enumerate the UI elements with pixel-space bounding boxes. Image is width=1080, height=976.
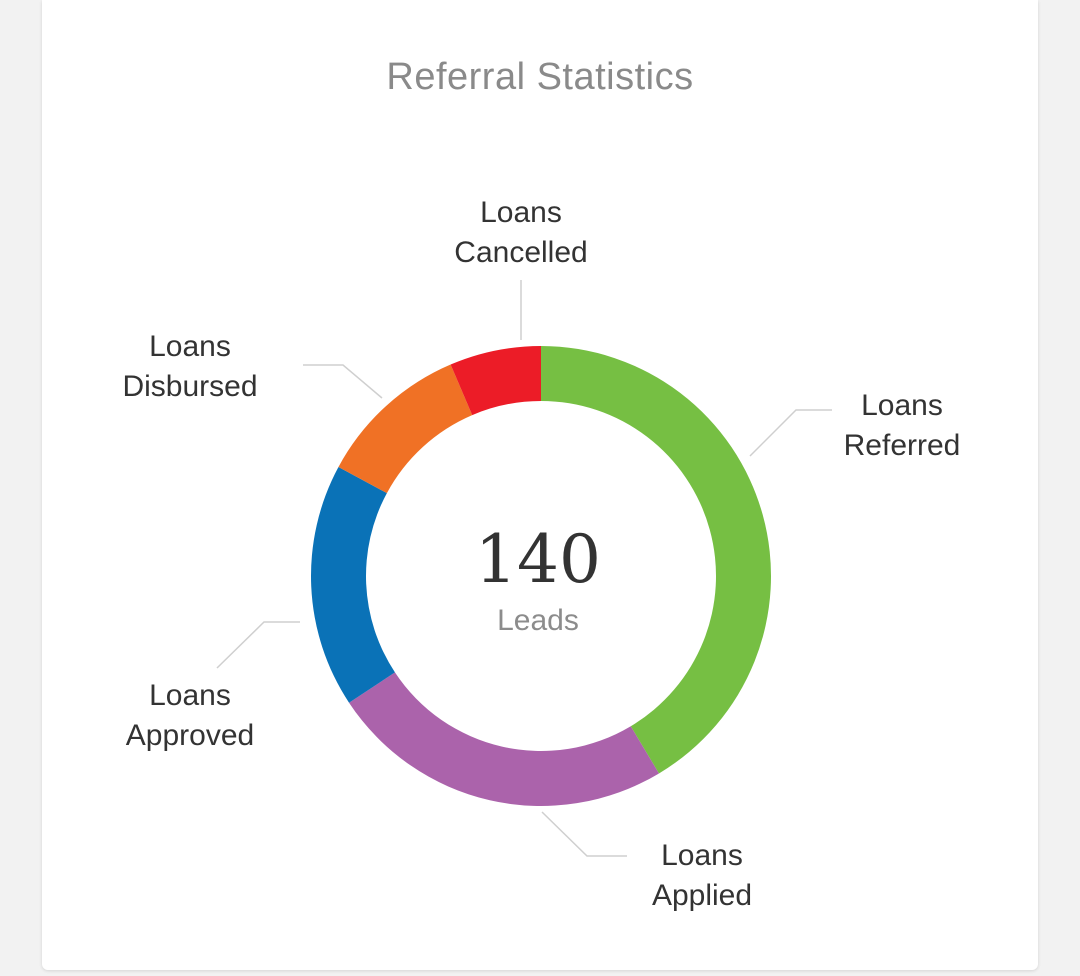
total-value: 140 <box>475 521 601 598</box>
segment-loans-applied <box>349 672 659 806</box>
segment-loans-approved <box>311 467 395 703</box>
label-loans-disbursed: Loans Disbursed <box>122 330 257 403</box>
leader-line-loans-applied <box>541 811 627 857</box>
label-loans-referred: Loans Referred <box>844 389 961 462</box>
label-loans-approved: Loans Approved <box>126 679 254 752</box>
leader-line-loans-referred <box>749 409 832 457</box>
segment-loans-disbursed <box>338 364 473 494</box>
leader-line-loans-disbursed <box>303 364 383 399</box>
donut-chart: Loans Referred Loans Applied Loans Approved Lo… <box>122 196 961 912</box>
leader-line-loans-approved <box>216 621 300 669</box>
label-loans-applied: Loans Applied <box>652 839 752 912</box>
label-loans-cancelled: Loans Cancelled <box>454 196 587 269</box>
total-unit: Leads <box>497 604 579 637</box>
